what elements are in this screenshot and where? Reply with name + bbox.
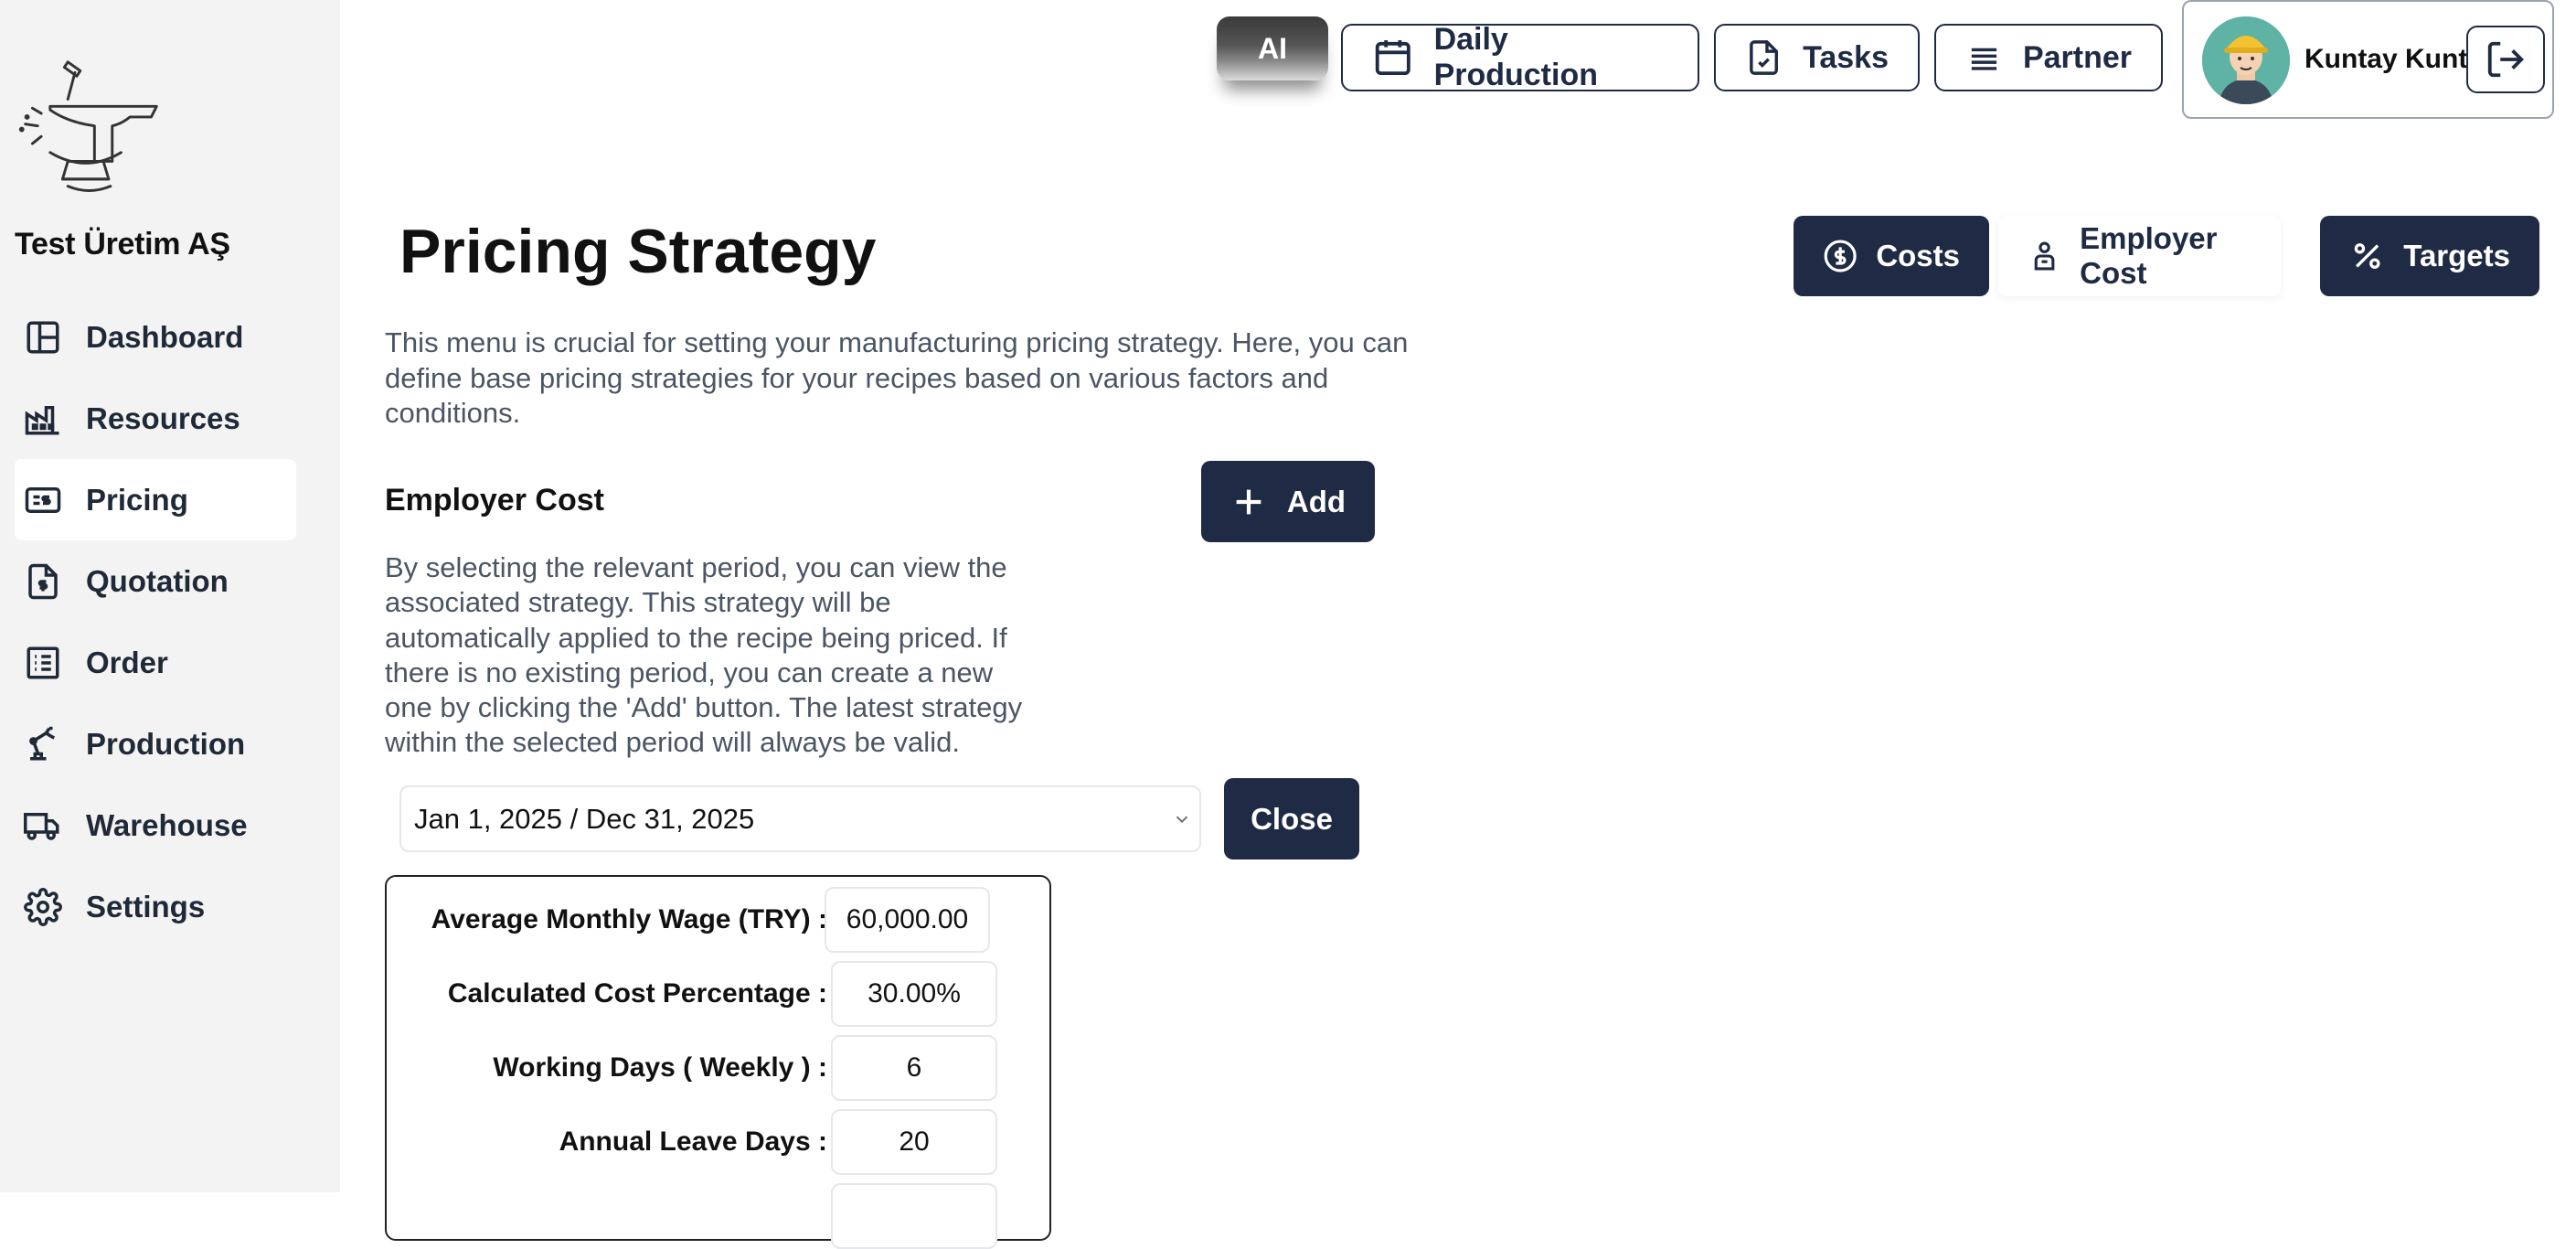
add-button[interactable]: Add — [1201, 461, 1375, 542]
page-intro-text: This menu is crucial for setting your ma… — [385, 326, 1409, 429]
company-name: Test Üretim AŞ — [15, 227, 230, 262]
page-title: Pricing Strategy — [399, 217, 877, 286]
form-row-working-days-weekly: Working Days ( Weekly ) : 6 — [387, 1035, 1053, 1101]
sidebar-item-label: Dashboard — [86, 319, 244, 354]
tab-targets[interactable]: Targets — [2320, 216, 2539, 296]
sidebar-nav: Dashboard Resources Pricing Quotation Or… — [15, 296, 296, 947]
form-row-average-monthly-wage: Average Monthly Wage (TRY) : 60,000.00 — [387, 887, 1053, 953]
percent-icon — [2354, 243, 2380, 269]
sidebar: Test Üretim AŞ Dashboard Resources Prici… — [0, 0, 340, 1192]
partner-button[interactable]: Partner — [1934, 24, 2163, 91]
sidebar-item-settings[interactable]: Settings — [15, 866, 296, 947]
tab-label: Targets — [2403, 239, 2510, 272]
dollar-circle-icon — [1824, 240, 1857, 272]
logout-icon — [2487, 41, 2524, 78]
field-label: Annual Leave Days : — [559, 1126, 827, 1157]
company-logo-icon — [18, 60, 158, 192]
plus-icon — [1236, 489, 1261, 514]
field-label: Average Monthly Wage (TRY) : — [431, 904, 827, 934]
period-select-value: Jan 1, 2025 / Dec 31, 2025 — [414, 802, 755, 835]
tab-label: Employer Cost — [2080, 221, 2218, 290]
tasks-button[interactable]: Tasks — [1714, 24, 1920, 91]
sidebar-item-production[interactable]: Production — [15, 703, 296, 785]
sidebar-item-label: Order — [86, 645, 168, 679]
sidebar-item-warehouse[interactable]: Warehouse — [15, 785, 296, 866]
sidebar-item-label: Pricing — [86, 482, 188, 517]
average-monthly-wage-field[interactable]: 60,000.00 — [825, 887, 990, 953]
truck-icon — [24, 812, 59, 840]
sidebar-item-label: Resources — [86, 400, 240, 435]
tab-label: Costs — [1876, 239, 1960, 272]
task-document-icon — [1750, 40, 1778, 75]
ai-assistant-button[interactable]: AI — [1217, 16, 1328, 80]
dashboard-icon — [27, 321, 59, 353]
tab-costs[interactable]: Costs — [1794, 216, 1989, 296]
daily-production-button[interactable]: Daily Production — [1341, 22, 1699, 92]
form-row-partial — [387, 1183, 1053, 1249]
sidebar-item-dashboard[interactable]: Dashboard — [15, 296, 296, 378]
gear-icon — [24, 887, 62, 926]
logout-button[interactable] — [2466, 26, 2545, 93]
robot-arm-icon — [29, 726, 56, 760]
quotation-icon — [28, 563, 58, 599]
order-list-icon — [27, 646, 59, 678]
sidebar-item-label: Quotation — [86, 563, 229, 598]
form-row-calculated-cost-percentage: Calculated Cost Percentage : 30.00% — [387, 961, 1053, 1027]
worker-avatar-icon — [2202, 16, 2290, 104]
chevron-down-icon — [1176, 816, 1188, 824]
tab-employer-cost[interactable]: Employer Cost — [1998, 216, 2281, 296]
sidebar-item-label: Production — [86, 726, 246, 761]
ai-button-label: AI — [1258, 31, 1287, 65]
calculated-cost-percentage-field[interactable]: 30.00% — [831, 961, 997, 1027]
sidebar-item-order[interactable]: Order — [15, 622, 296, 703]
period-select[interactable]: Jan 1, 2025 / Dec 31, 2025 — [399, 785, 1201, 852]
employer-cost-description: By selecting the relevant period, you ca… — [385, 551, 1023, 759]
close-label: Close — [1251, 801, 1333, 836]
add-label: Add — [1286, 484, 1347, 518]
sidebar-item-label: Settings — [86, 889, 206, 923]
employee-icon — [2034, 241, 2055, 271]
tasks-label: Tasks — [1803, 39, 1889, 75]
user-profile-box: Kuntay Kunt — [2182, 0, 2554, 119]
working-days-weekly-field[interactable]: 6 — [831, 1035, 997, 1101]
user-name: Kuntay Kunt — [2305, 44, 2468, 74]
partial-field[interactable] — [831, 1183, 997, 1249]
sidebar-item-label: Warehouse — [86, 807, 248, 842]
calendar-icon — [1375, 40, 1410, 75]
avatar[interactable] — [2202, 16, 2290, 104]
sidebar-item-pricing[interactable]: Pricing — [15, 459, 296, 540]
field-label: Working Days ( Weekly ) : — [493, 1052, 827, 1083]
form-row-annual-leave-days: Annual Leave Days : 20 — [387, 1109, 1053, 1175]
factory-icon — [25, 405, 59, 434]
close-button[interactable]: Close — [1224, 778, 1359, 859]
employer-cost-form: Average Monthly Wage (TRY) : 60,000.00 C… — [385, 875, 1053, 1249]
menu-lines-icon — [1971, 48, 1997, 70]
price-tag-icon — [25, 486, 61, 513]
sidebar-item-quotation[interactable]: Quotation — [15, 540, 296, 622]
partner-label: Partner — [2022, 39, 2132, 75]
daily-production-label: Daily Production — [1433, 22, 1598, 92]
annual-leave-days-field[interactable]: 20 — [831, 1109, 997, 1175]
field-label: Calculated Cost Percentage : — [447, 978, 827, 1009]
employer-cost-title: Employer Cost — [385, 483, 604, 518]
sidebar-item-resources[interactable]: Resources — [15, 378, 296, 459]
